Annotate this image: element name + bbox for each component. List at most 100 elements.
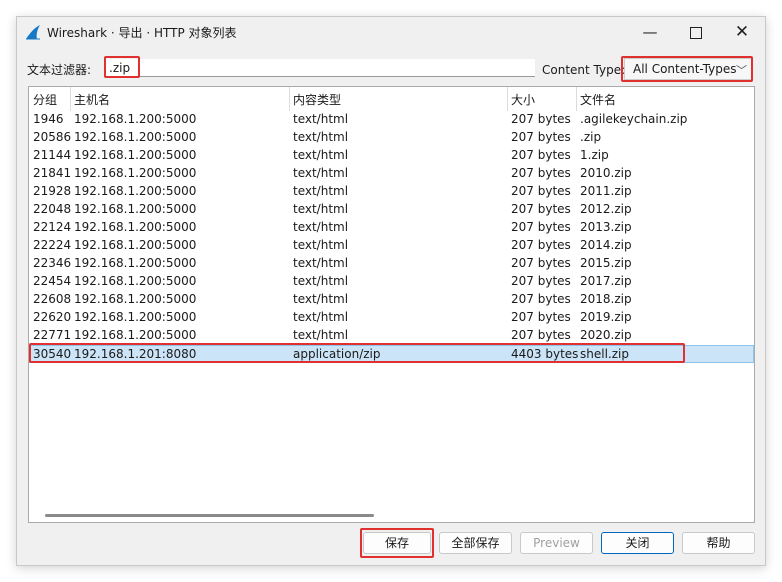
- cell-size: 207 bytes: [511, 166, 571, 180]
- cell-packet: 20586: [33, 130, 72, 144]
- column-divider[interactable]: [576, 87, 577, 111]
- cell-hostname: 192.168.1.200:5000: [74, 148, 197, 162]
- maximize-icon: [690, 26, 702, 39]
- cell-filename: .zip: [580, 130, 602, 144]
- cell-hostname: 192.168.1.200:5000: [74, 274, 197, 288]
- cell-packet: 21928: [33, 184, 72, 198]
- cell-size: 207 bytes: [511, 202, 571, 216]
- table-row[interactable]: 22224 192.168.1.200:5000 text/html 207 byte…: [29, 237, 754, 255]
- table-row[interactable]: 22620 192.168.1.200:5000 text/html 207 byte…: [29, 309, 754, 327]
- table-row[interactable]: 22048 192.168.1.200:5000 text/html 207 byte…: [29, 201, 754, 219]
- cell-size: 207 bytes: [511, 238, 571, 252]
- table-row[interactable]: 22124 192.168.1.200:5000 text/html 207 byte…: [29, 219, 754, 237]
- close-button[interactable]: 关闭: [601, 532, 674, 554]
- column-header-packet[interactable]: 分组: [33, 91, 57, 108]
- cell-packet: 22608: [33, 292, 72, 306]
- text-filter-input[interactable]: [105, 59, 535, 77]
- cell-filename: 2014.zip: [580, 238, 632, 252]
- cell-size: 207 bytes: [511, 220, 571, 234]
- cell-hostname: 192.168.1.200:5000: [74, 328, 197, 342]
- cell-hostname: 192.168.1.200:5000: [74, 220, 197, 234]
- cell-size: 207 bytes: [511, 148, 571, 162]
- content-type-highlight-box: [621, 56, 753, 82]
- cell-content-type: text/html: [293, 112, 349, 126]
- cell-packet: 22124: [33, 220, 72, 234]
- cell-size: 207 bytes: [511, 292, 571, 306]
- table-row[interactable]: 1946 192.168.1.200:5000 text/html 207 bytes…: [29, 111, 754, 129]
- cell-hostname: 192.168.1.200:5000: [74, 166, 197, 180]
- column-divider[interactable]: [289, 87, 290, 111]
- table-row[interactable]: 22454 192.168.1.200:5000 text/html 207 byte…: [29, 273, 754, 291]
- preview-button[interactable]: Preview: [520, 532, 593, 554]
- text-filter-label: 文本过滤器:: [27, 63, 92, 77]
- cell-filename: 2019.zip: [580, 310, 632, 324]
- cell-size: 207 bytes: [511, 310, 571, 324]
- table-row[interactable]: 21144 192.168.1.200:5000 text/html 207 byte…: [29, 147, 754, 165]
- save-all-button[interactable]: 全部保存: [439, 532, 512, 554]
- cell-hostname: 192.168.1.200:5000: [74, 310, 197, 324]
- close-window-button[interactable]: ✕: [719, 17, 765, 47]
- cell-packet: 22224: [33, 238, 72, 252]
- cell-content-type: text/html: [293, 220, 349, 234]
- horizontal-scrollbar[interactable]: [45, 514, 374, 517]
- cell-filename: 2013.zip: [580, 220, 632, 234]
- cell-content-type: text/html: [293, 148, 349, 162]
- column-header-content-type[interactable]: 内容类型: [293, 91, 341, 108]
- table-row[interactable]: 22346 192.168.1.200:5000 text/html 207 byte…: [29, 255, 754, 273]
- cell-content-type: text/html: [293, 166, 349, 180]
- cell-hostname: 192.168.1.200:5000: [74, 130, 197, 144]
- objects-table[interactable]: 分组 主机名 内容类型 大小 文件名 1946 192.168.1.200:500…: [28, 86, 755, 523]
- cell-packet: 22771: [33, 328, 72, 342]
- title-bar[interactable]: Wireshark · 导出 · HTTP 对象列表 — ✕: [17, 17, 765, 47]
- cell-content-type: text/html: [293, 274, 349, 288]
- table-row[interactable]: 20586 192.168.1.200:5000 text/html 207 byte…: [29, 129, 754, 147]
- cell-filename: 2011.zip: [580, 184, 632, 198]
- column-header-size[interactable]: 大小: [511, 91, 535, 108]
- cell-content-type: text/html: [293, 256, 349, 270]
- cell-content-type: text/html: [293, 202, 349, 216]
- wireshark-fin-icon: [26, 25, 40, 40]
- column-divider[interactable]: [70, 87, 71, 111]
- cell-packet: 1946: [33, 112, 64, 126]
- cell-content-type: text/html: [293, 292, 349, 306]
- cell-hostname: 192.168.1.200:5000: [74, 292, 197, 306]
- cell-packet: 22454: [33, 274, 72, 288]
- cell-filename: .agilekeychain.zip: [580, 112, 688, 126]
- table-header: 分组 主机名 内容类型 大小 文件名: [29, 87, 754, 111]
- maximize-button[interactable]: [673, 17, 719, 47]
- cell-hostname: 192.168.1.200:5000: [74, 112, 197, 126]
- cell-filename: 2018.zip: [580, 292, 632, 306]
- cell-packet: 22048: [33, 202, 72, 216]
- help-button[interactable]: 帮助: [682, 532, 755, 554]
- cell-filename: 1.zip: [580, 148, 609, 162]
- cell-packet: 21144: [33, 148, 72, 162]
- close-icon: ✕: [734, 22, 750, 42]
- cell-content-type: text/html: [293, 238, 349, 252]
- column-header-filename[interactable]: 文件名: [580, 91, 616, 108]
- content-type-label: Content Type:: [542, 63, 626, 77]
- table-row[interactable]: 21841 192.168.1.200:5000 text/html 207 byte…: [29, 165, 754, 183]
- cell-content-type: text/html: [293, 184, 349, 198]
- cell-size: 207 bytes: [511, 256, 571, 270]
- cell-content-type: text/html: [293, 130, 349, 144]
- column-header-hostname[interactable]: 主机名: [74, 91, 110, 108]
- cell-hostname: 192.168.1.200:5000: [74, 256, 197, 270]
- cell-hostname: 192.168.1.200:5000: [74, 238, 197, 252]
- cell-packet: 22620: [33, 310, 72, 324]
- minimize-button[interactable]: —: [627, 17, 673, 47]
- cell-filename: 2012.zip: [580, 202, 632, 216]
- table-row[interactable]: 21928 192.168.1.200:5000 text/html 207 byte…: [29, 183, 754, 201]
- cell-packet: 21841: [33, 166, 72, 180]
- cell-filename: 2015.zip: [580, 256, 632, 270]
- row-highlight-box: [29, 343, 685, 363]
- cell-content-type: text/html: [293, 310, 349, 324]
- cell-filename: 2020.zip: [580, 328, 632, 342]
- window-title: Wireshark · 导出 · HTTP 对象列表: [47, 26, 237, 40]
- table-row[interactable]: 22608 192.168.1.200:5000 text/html 207 byte…: [29, 291, 754, 309]
- column-divider[interactable]: [507, 87, 508, 111]
- filter-highlight-box: [104, 56, 140, 78]
- cell-size: 207 bytes: [511, 112, 571, 126]
- save-highlight-box: [360, 528, 434, 558]
- cell-size: 207 bytes: [511, 184, 571, 198]
- cell-filename: 2017.zip: [580, 274, 632, 288]
